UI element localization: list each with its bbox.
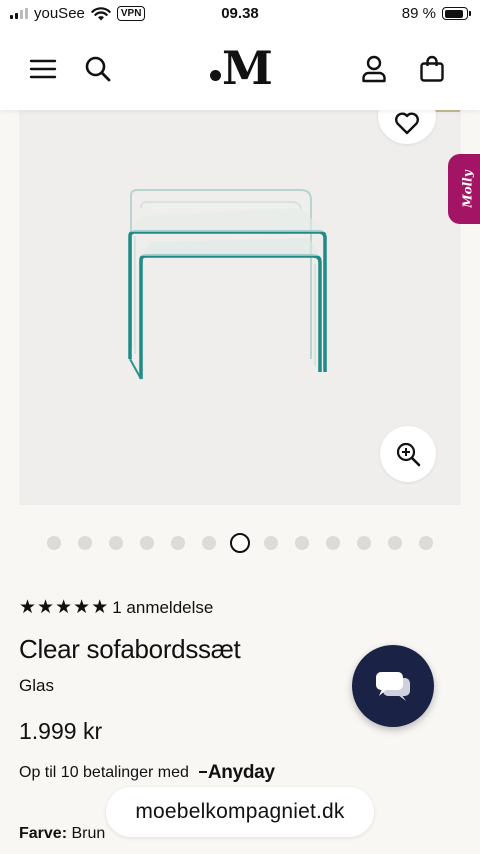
color-label: Farve: (19, 825, 68, 842)
color-value: Brun (71, 825, 106, 842)
chat-button[interactable] (352, 645, 434, 727)
search-button[interactable] (81, 52, 115, 86)
hamburger-icon (29, 59, 57, 79)
star-icon: ★ (91, 597, 109, 618)
product-title: Clear sofabordssæt (19, 634, 241, 664)
pagination-dot[interactable] (295, 536, 309, 550)
menu-button[interactable] (26, 52, 60, 86)
status-bar: youSee VPN 09.38 89 % (0, 0, 480, 28)
search-icon (85, 56, 111, 82)
pagination-dot[interactable] (388, 536, 402, 550)
pagination-dot[interactable] (202, 536, 216, 550)
pagination-dot[interactable] (419, 536, 433, 550)
reviews-count: 1 anmeldelse (112, 598, 214, 617)
gallery-pagination (0, 533, 480, 553)
user-icon (362, 55, 386, 83)
star-icon: ★ (19, 597, 37, 618)
pagination-dot[interactable] (109, 536, 123, 550)
heart-icon (395, 112, 419, 135)
color-selector: Farve: Brun (19, 825, 105, 843)
installment-text: Op til 10 betalinger med (19, 764, 189, 781)
product-material: Glas (19, 676, 54, 695)
pagination-dot-active[interactable] (230, 533, 250, 553)
shopping-bag-icon (420, 55, 444, 82)
molly-assistant-tab[interactable]: Molly (448, 154, 480, 224)
anyday-logo: Anyday (199, 762, 275, 784)
battery-percent: 89 % (401, 5, 436, 22)
pagination-dot[interactable] (326, 536, 340, 550)
account-button[interactable] (357, 52, 391, 86)
pagination-dot[interactable] (140, 536, 154, 550)
pagination-dot[interactable] (357, 536, 371, 550)
chat-bubbles-icon (376, 672, 410, 701)
product-rating[interactable]: ★ ★ ★ ★ ★ 1 anmeldelse (19, 598, 213, 618)
site-logo[interactable]: M (210, 44, 273, 92)
molly-label: Molly (460, 170, 475, 208)
star-icon: ★ (55, 597, 73, 618)
pagination-dot[interactable] (171, 536, 185, 550)
pagination-dot[interactable] (78, 536, 92, 550)
cart-button[interactable] (415, 52, 449, 86)
pagination-dot[interactable] (47, 536, 61, 550)
battery-icon (442, 7, 471, 20)
pagination-dot[interactable] (264, 536, 278, 550)
product-price: 1.999 kr (19, 718, 103, 744)
rating-stars: ★ ★ ★ ★ ★ (19, 598, 108, 618)
installment-info: Op til 10 betalinger med Anyday (19, 762, 275, 784)
zoom-button[interactable] (380, 426, 436, 482)
star-icon: ★ (37, 597, 55, 618)
zoom-in-icon (396, 442, 421, 467)
browser-url-bar[interactable]: moebelkompagniet.dk (106, 787, 374, 837)
site-header: M (0, 28, 480, 110)
star-icon: ★ (73, 597, 91, 618)
